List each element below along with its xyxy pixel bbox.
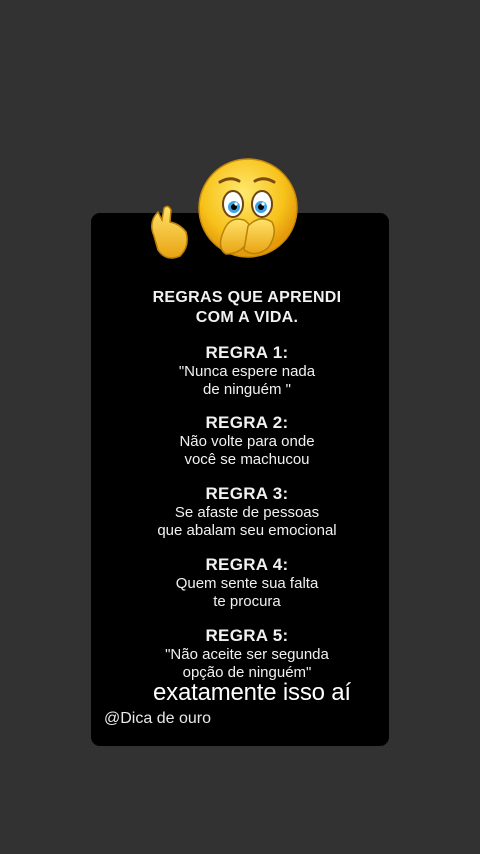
rule-3-title: REGRA 3:	[205, 484, 289, 503]
rule-4-text: Quem sente sua falta te procura	[175, 575, 319, 610]
rule-5-title: REGRA 5:	[205, 626, 289, 645]
rule-1-text: "Nunca espere nada de ninguém "	[178, 363, 316, 398]
rule-2: REGRA 2: Não volte para onde você se mac…	[91, 413, 403, 469]
rule-3: REGRA 3: Se afaste de pessoas que abalam…	[91, 484, 403, 540]
caption-overlay: exatamente isso aí	[153, 679, 351, 706]
rule-1-title: REGRA 1:	[205, 343, 289, 362]
author-handle[interactable]: @Dica de ouro	[104, 709, 211, 729]
clapping-face-emoji	[151, 158, 298, 259]
rule-5: REGRA 5: "Não aceite ser segunda opção d…	[91, 626, 403, 682]
heading-line-2: COM A VIDA.	[195, 309, 299, 326]
rule-3-text: Se afaste de pessoas que abalam seu emoc…	[157, 504, 337, 539]
rule-1: REGRA 1: "Nunca espere nada de ninguém "	[91, 343, 403, 399]
rule-4-title: REGRA 4:	[205, 555, 289, 574]
rule-4: REGRA 4: Quem sente sua falta te procura	[91, 555, 403, 611]
post-heading: REGRAS QUE APRENDI COM A VIDA.	[91, 288, 403, 328]
rule-2-title: REGRA 2:	[205, 413, 289, 432]
rule-2-text: Não volte para onde você se machucou	[179, 433, 315, 468]
heading-line-1: REGRAS QUE APRENDI	[152, 289, 342, 306]
